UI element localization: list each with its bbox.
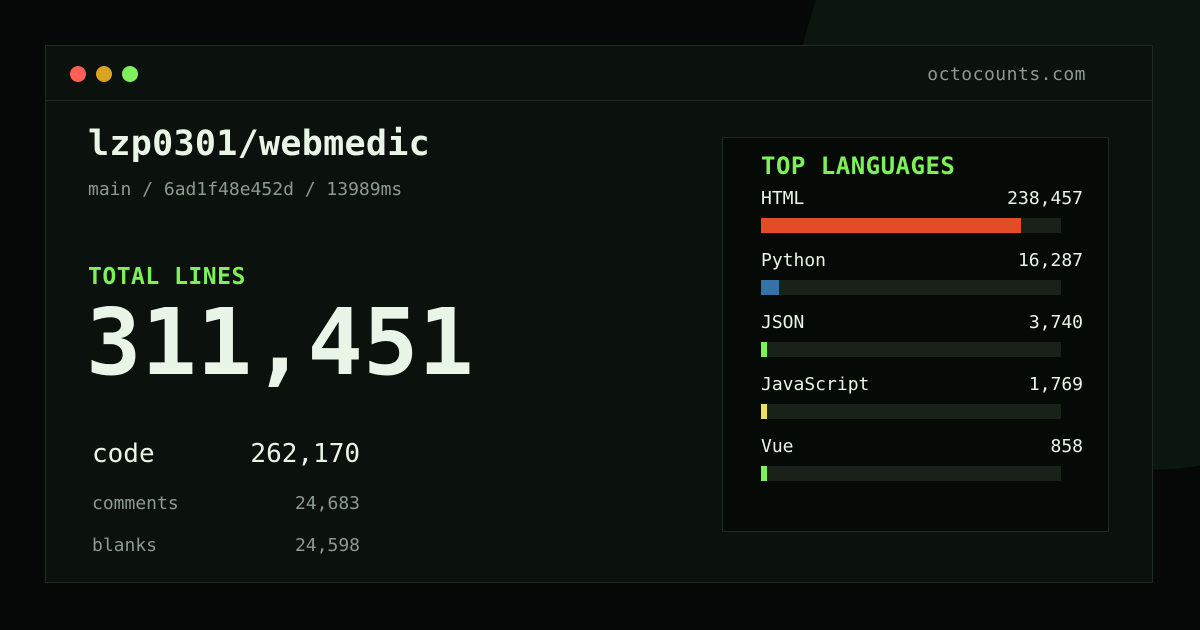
language-count: 3,740	[1028, 312, 1083, 333]
stat-key: blanks	[92, 535, 158, 556]
stat-key: code	[92, 439, 155, 469]
total-lines-label: TOTAL LINES	[88, 264, 246, 290]
repo-name: lzp0301/webmedic	[88, 124, 430, 164]
site-name: octocounts.com	[927, 64, 1086, 85]
repo-meta: main / 6ad1f48e452d / 13989ms	[88, 179, 403, 200]
stat-value: 262,170	[250, 439, 360, 469]
language-name: Python	[761, 250, 827, 271]
window-titlebar: octocounts.com	[46, 46, 1152, 101]
language-row-python: Python 16,287	[761, 250, 1083, 312]
language-bar-track	[761, 466, 1061, 481]
stat-value: 24,683	[294, 493, 360, 514]
total-lines-value: 311,451	[86, 289, 474, 396]
minimize-dot-icon	[96, 66, 112, 82]
maximize-dot-icon	[122, 66, 138, 82]
language-bar-fill	[761, 218, 1021, 233]
language-bar-track	[761, 404, 1061, 419]
language-count: 16,287	[1017, 250, 1083, 271]
top-languages-panel: TOP LANGUAGES HTML 238,457 Python 16,287…	[722, 137, 1109, 532]
language-name: Vue	[761, 436, 794, 457]
language-count: 858	[1050, 436, 1083, 457]
top-languages-title: TOP LANGUAGES	[761, 152, 956, 180]
language-count: 238,457	[1007, 188, 1083, 209]
terminal-window: octocounts.com lzp0301/webmedic main / 6…	[45, 45, 1153, 583]
language-bar-fill	[761, 342, 767, 357]
language-bar-fill	[761, 466, 767, 481]
language-bar-track	[761, 218, 1061, 233]
language-bar-track	[761, 280, 1061, 295]
language-name: JSON	[761, 312, 805, 333]
language-name: JavaScript	[761, 374, 870, 395]
language-row-javascript: JavaScript 1,769	[761, 374, 1083, 436]
stat-value: 24,598	[294, 535, 360, 556]
language-row-html: HTML 238,457	[761, 188, 1083, 250]
language-count: 1,769	[1028, 374, 1083, 395]
language-bar-track	[761, 342, 1061, 357]
language-bar-fill	[761, 404, 767, 419]
language-bar-fill	[761, 280, 779, 295]
language-row-json: JSON 3,740	[761, 312, 1083, 374]
card-stage: octocounts.com lzp0301/webmedic main / 6…	[0, 0, 1200, 630]
language-name: HTML	[761, 188, 805, 209]
close-dot-icon	[70, 66, 86, 82]
language-row-vue: Vue 858	[761, 436, 1083, 498]
stat-key: comments	[92, 493, 179, 514]
